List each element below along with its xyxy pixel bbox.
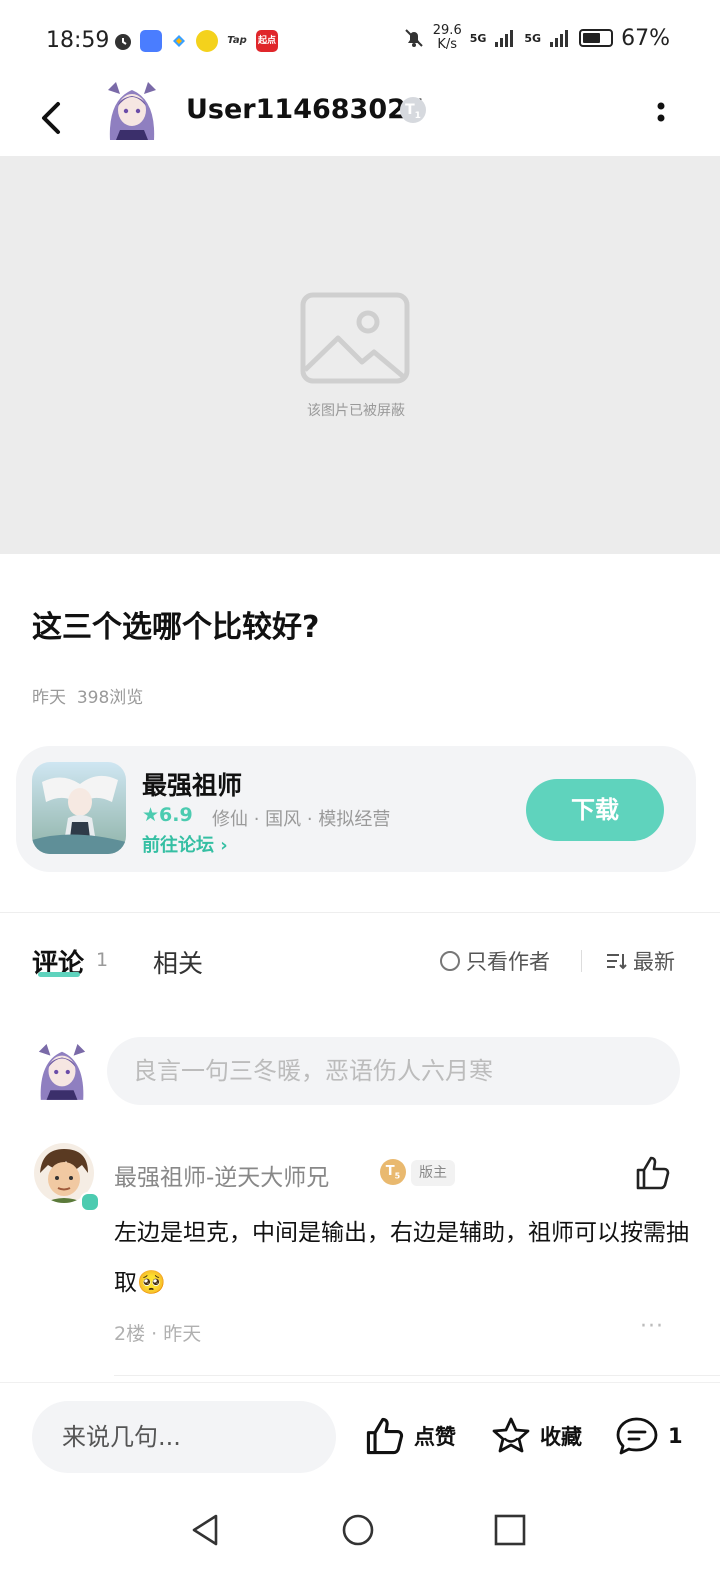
commenter-name[interactable]: 最强祖师-逆天大师兄	[114, 1158, 329, 1192]
qidian-icon: 起点	[256, 30, 278, 52]
tab-comments-count: 1	[96, 949, 109, 971]
battery-icon	[579, 29, 614, 47]
game-icon	[196, 30, 218, 52]
favorite-button[interactable]: 收藏	[490, 1415, 582, 1457]
game-rating: ★6.9	[142, 804, 193, 826]
comment-more-button[interactable]: ···	[640, 1314, 664, 1339]
reply-input[interactable]: 来说几句...	[32, 1401, 336, 1473]
more-vertical-icon	[657, 102, 665, 122]
status-app-icons: Tap 起点	[112, 30, 278, 52]
star-icon: ★	[142, 804, 160, 826]
comment-text: 左边是坦克，中间是输出，右边是辅助，祖师可以按需抽取🥺	[114, 1220, 689, 1296]
more-options-button[interactable]	[646, 94, 676, 134]
post-meta: 昨天 398浏览	[32, 683, 143, 708]
image-placeholder-icon	[300, 292, 410, 384]
section-divider	[0, 912, 720, 913]
chevron-right-icon: ›	[220, 835, 228, 856]
status-right: 29.6 K/s 5G 5G 67%	[403, 24, 670, 52]
thumbs-up-icon	[366, 1417, 404, 1455]
game-forum-link[interactable]: 前往论坛 ›	[142, 831, 228, 857]
comment-bubble-icon	[616, 1417, 658, 1455]
sort-icon	[607, 954, 627, 970]
app-store-icon	[140, 30, 162, 52]
star-outline-icon	[492, 1417, 530, 1453]
video-icon	[168, 30, 190, 52]
comment-count-button[interactable]: 1	[614, 1415, 683, 1457]
chevron-left-icon	[42, 102, 60, 134]
bottom-action-bar: 来说几句... 点赞 收藏 1	[0, 1382, 720, 1493]
battery-percent: 67%	[621, 25, 670, 51]
comment-like-button[interactable]	[634, 1154, 672, 1192]
comment-time: 昨天	[163, 1323, 202, 1345]
filter-divider	[581, 950, 582, 972]
post-date: 昨天	[32, 688, 66, 708]
system-nav-bar	[0, 1492, 720, 1588]
comment-divider	[114, 1375, 720, 1376]
author-avatar[interactable]	[104, 80, 160, 140]
post-title: 这三个选哪个比较好?	[32, 610, 320, 645]
my-avatar	[35, 1040, 89, 1102]
signal-5g-label-2: 5G	[524, 31, 542, 45]
net-speed: 29.6 K/s	[432, 23, 462, 52]
pleading-face-emoji: 🥺	[137, 1270, 166, 1296]
post-views: 398浏览	[76, 688, 144, 708]
sort-button[interactable]: 最新	[605, 946, 675, 976]
nav-home-icon[interactable]	[338, 1510, 378, 1550]
comment-meta: 2楼 · 昨天	[114, 1323, 202, 1345]
signal-5g-label-1: 5G	[469, 31, 487, 45]
thumbs-up-icon	[636, 1156, 670, 1190]
radio-circle-icon	[440, 951, 460, 971]
verified-icon	[80, 1192, 100, 1212]
nav-recents-icon[interactable]	[490, 1510, 530, 1550]
post-image-blocked: 该图片已被屏蔽	[0, 156, 720, 554]
game-card[interactable]: 最强祖师 ★6.9 修仙 · 国风 · 模拟经营 前往论坛 › 下载	[16, 746, 696, 872]
tap-icon: Tap	[224, 30, 250, 52]
author-username[interactable]: User114683025	[186, 94, 425, 125]
like-button[interactable]: 点赞	[364, 1415, 456, 1457]
status-bar: 18:59 Tap 起点 29.6 K/s 5G 5G 67%	[0, 0, 720, 80]
download-button[interactable]: 下载	[526, 779, 664, 841]
author-level-badge: T1	[400, 97, 426, 123]
commenter-level-badge: T5	[380, 1159, 406, 1185]
game-name[interactable]: 最强祖师	[142, 766, 242, 802]
moderator-badge: 版主	[411, 1160, 455, 1186]
game-tags: 修仙 · 国风 · 模拟经营	[212, 809, 391, 830]
status-time: 18:59	[46, 28, 110, 53]
comment-input[interactable]	[107, 1037, 680, 1105]
blocked-image-text: 该图片已被屏蔽	[307, 403, 405, 419]
tab-related[interactable]: 相关	[153, 944, 203, 980]
alarm-icon	[115, 34, 131, 50]
signal-bars-icon	[495, 30, 514, 47]
back-button[interactable]	[30, 90, 74, 146]
signal-bars-icon	[550, 30, 569, 47]
post-header: User114683025 T1	[0, 80, 720, 156]
comment-floor: 2楼	[114, 1323, 146, 1345]
game-app-icon[interactable]	[32, 762, 126, 854]
tab-active-indicator	[38, 972, 80, 977]
only-author-toggle[interactable]: 只看作者	[440, 946, 550, 976]
mute-bell-icon	[405, 29, 423, 47]
nav-back-icon[interactable]	[186, 1510, 226, 1550]
